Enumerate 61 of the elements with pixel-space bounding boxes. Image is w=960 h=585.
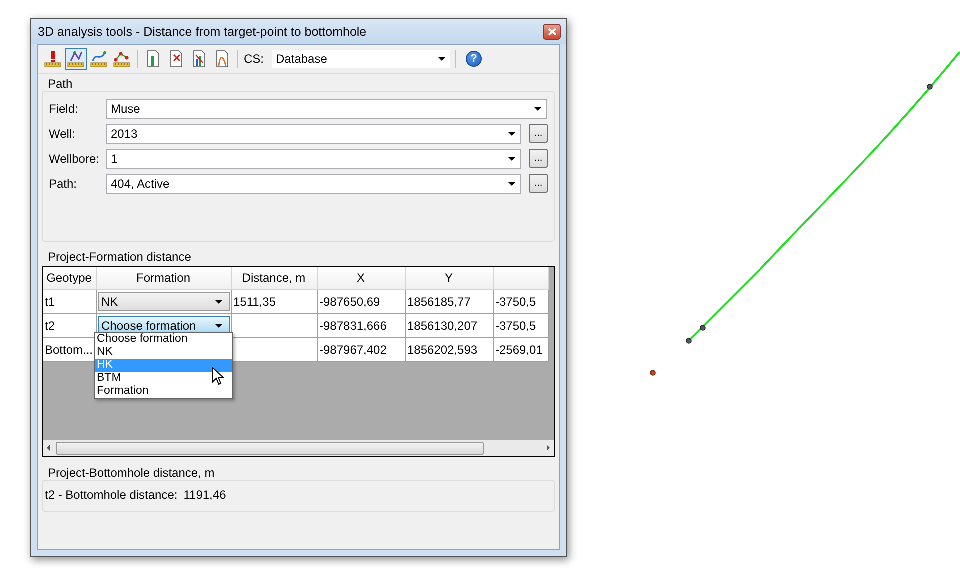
- table-cell: -3750,5: [493, 290, 548, 314]
- dropdown-field[interactable]: NK: [98, 292, 230, 311]
- table-cell: -3750,5: [493, 314, 548, 338]
- column-header: Formation: [96, 267, 231, 290]
- ruler-points-icon: [113, 50, 131, 68]
- dropdown-option[interactable]: Choose formation: [95, 333, 232, 346]
- ruler-warning-icon: [44, 50, 62, 68]
- table-cell: -987967,402: [317, 338, 405, 362]
- dropdown-field[interactable]: 2013: [106, 124, 521, 144]
- distance-value: 1191,46: [184, 488, 226, 502]
- window-title: 3D analysis tools - Distance from target-point to bottomhole: [38, 24, 368, 38]
- dropdown-option[interactable]: Formation: [95, 385, 232, 398]
- close-button[interactable]: [543, 24, 561, 40]
- browse-button[interactable]: ...: [529, 174, 548, 193]
- table-cell: 1511,35: [231, 290, 317, 314]
- marker-dot: [700, 325, 706, 331]
- group-title: Project-Bottomhole distance, m: [47, 466, 216, 480]
- caret-icon: [214, 324, 222, 328]
- mouse-pointer-icon: [212, 367, 225, 386]
- table-cell: 1856130,207: [405, 314, 493, 338]
- table-cell: 1856202,593: [405, 338, 493, 362]
- column-header: X: [317, 267, 405, 290]
- dropdown-option[interactable]: NK: [95, 346, 232, 359]
- caret-icon: [214, 300, 222, 304]
- distance-label: t2 - Bottomhole distance:: [45, 488, 178, 502]
- toolbar-button[interactable]: [65, 48, 87, 70]
- target-point-dot: [650, 370, 656, 376]
- horizontal-scrollbar[interactable]: [43, 440, 554, 456]
- dropdown-field[interactable]: Muse: [106, 98, 547, 118]
- ruler-curve-icon: [90, 50, 108, 68]
- group-title: Project-Formation distance: [47, 250, 192, 264]
- table-cell: 1856185,77: [405, 290, 493, 314]
- caret-icon: [508, 156, 516, 160]
- caret-icon: [534, 106, 542, 110]
- browse-button[interactable]: ...: [529, 124, 548, 143]
- group-title: Path: [47, 77, 74, 91]
- dropdown-field[interactable]: Database: [271, 49, 452, 69]
- table-cell: -2569,01: [493, 338, 548, 362]
- marker-dot: [927, 84, 933, 90]
- table-cell: -987650,69: [317, 290, 405, 314]
- table-cell: t1: [43, 290, 96, 314]
- column-header: Geotype: [43, 267, 96, 290]
- dropdown-option[interactable]: BTM: [95, 372, 232, 385]
- marker-dot: [686, 338, 692, 344]
- field-label: Field:: [48, 102, 80, 116]
- caret-icon: [438, 57, 446, 61]
- dropdown-field[interactable]: 404, Active: [106, 174, 521, 194]
- toolbar-button[interactable]: [42, 48, 64, 70]
- column-header: Distance, m: [231, 267, 317, 290]
- field-label: Well:: [48, 126, 76, 140]
- dropdown-field[interactable]: 1: [106, 148, 521, 168]
- field-label: Wellbore:: [48, 152, 100, 166]
- browse-button[interactable]: ...: [529, 149, 548, 168]
- field-label: Path:: [48, 176, 78, 190]
- caret-icon: [508, 132, 516, 136]
- cs-label: CS:: [244, 52, 264, 66]
- caret-icon: [508, 182, 516, 186]
- column-header: Y: [405, 267, 493, 290]
- ruler-line-icon: [67, 50, 85, 68]
- table-cell: -987831,666: [317, 314, 405, 338]
- close-icon: [548, 28, 556, 36]
